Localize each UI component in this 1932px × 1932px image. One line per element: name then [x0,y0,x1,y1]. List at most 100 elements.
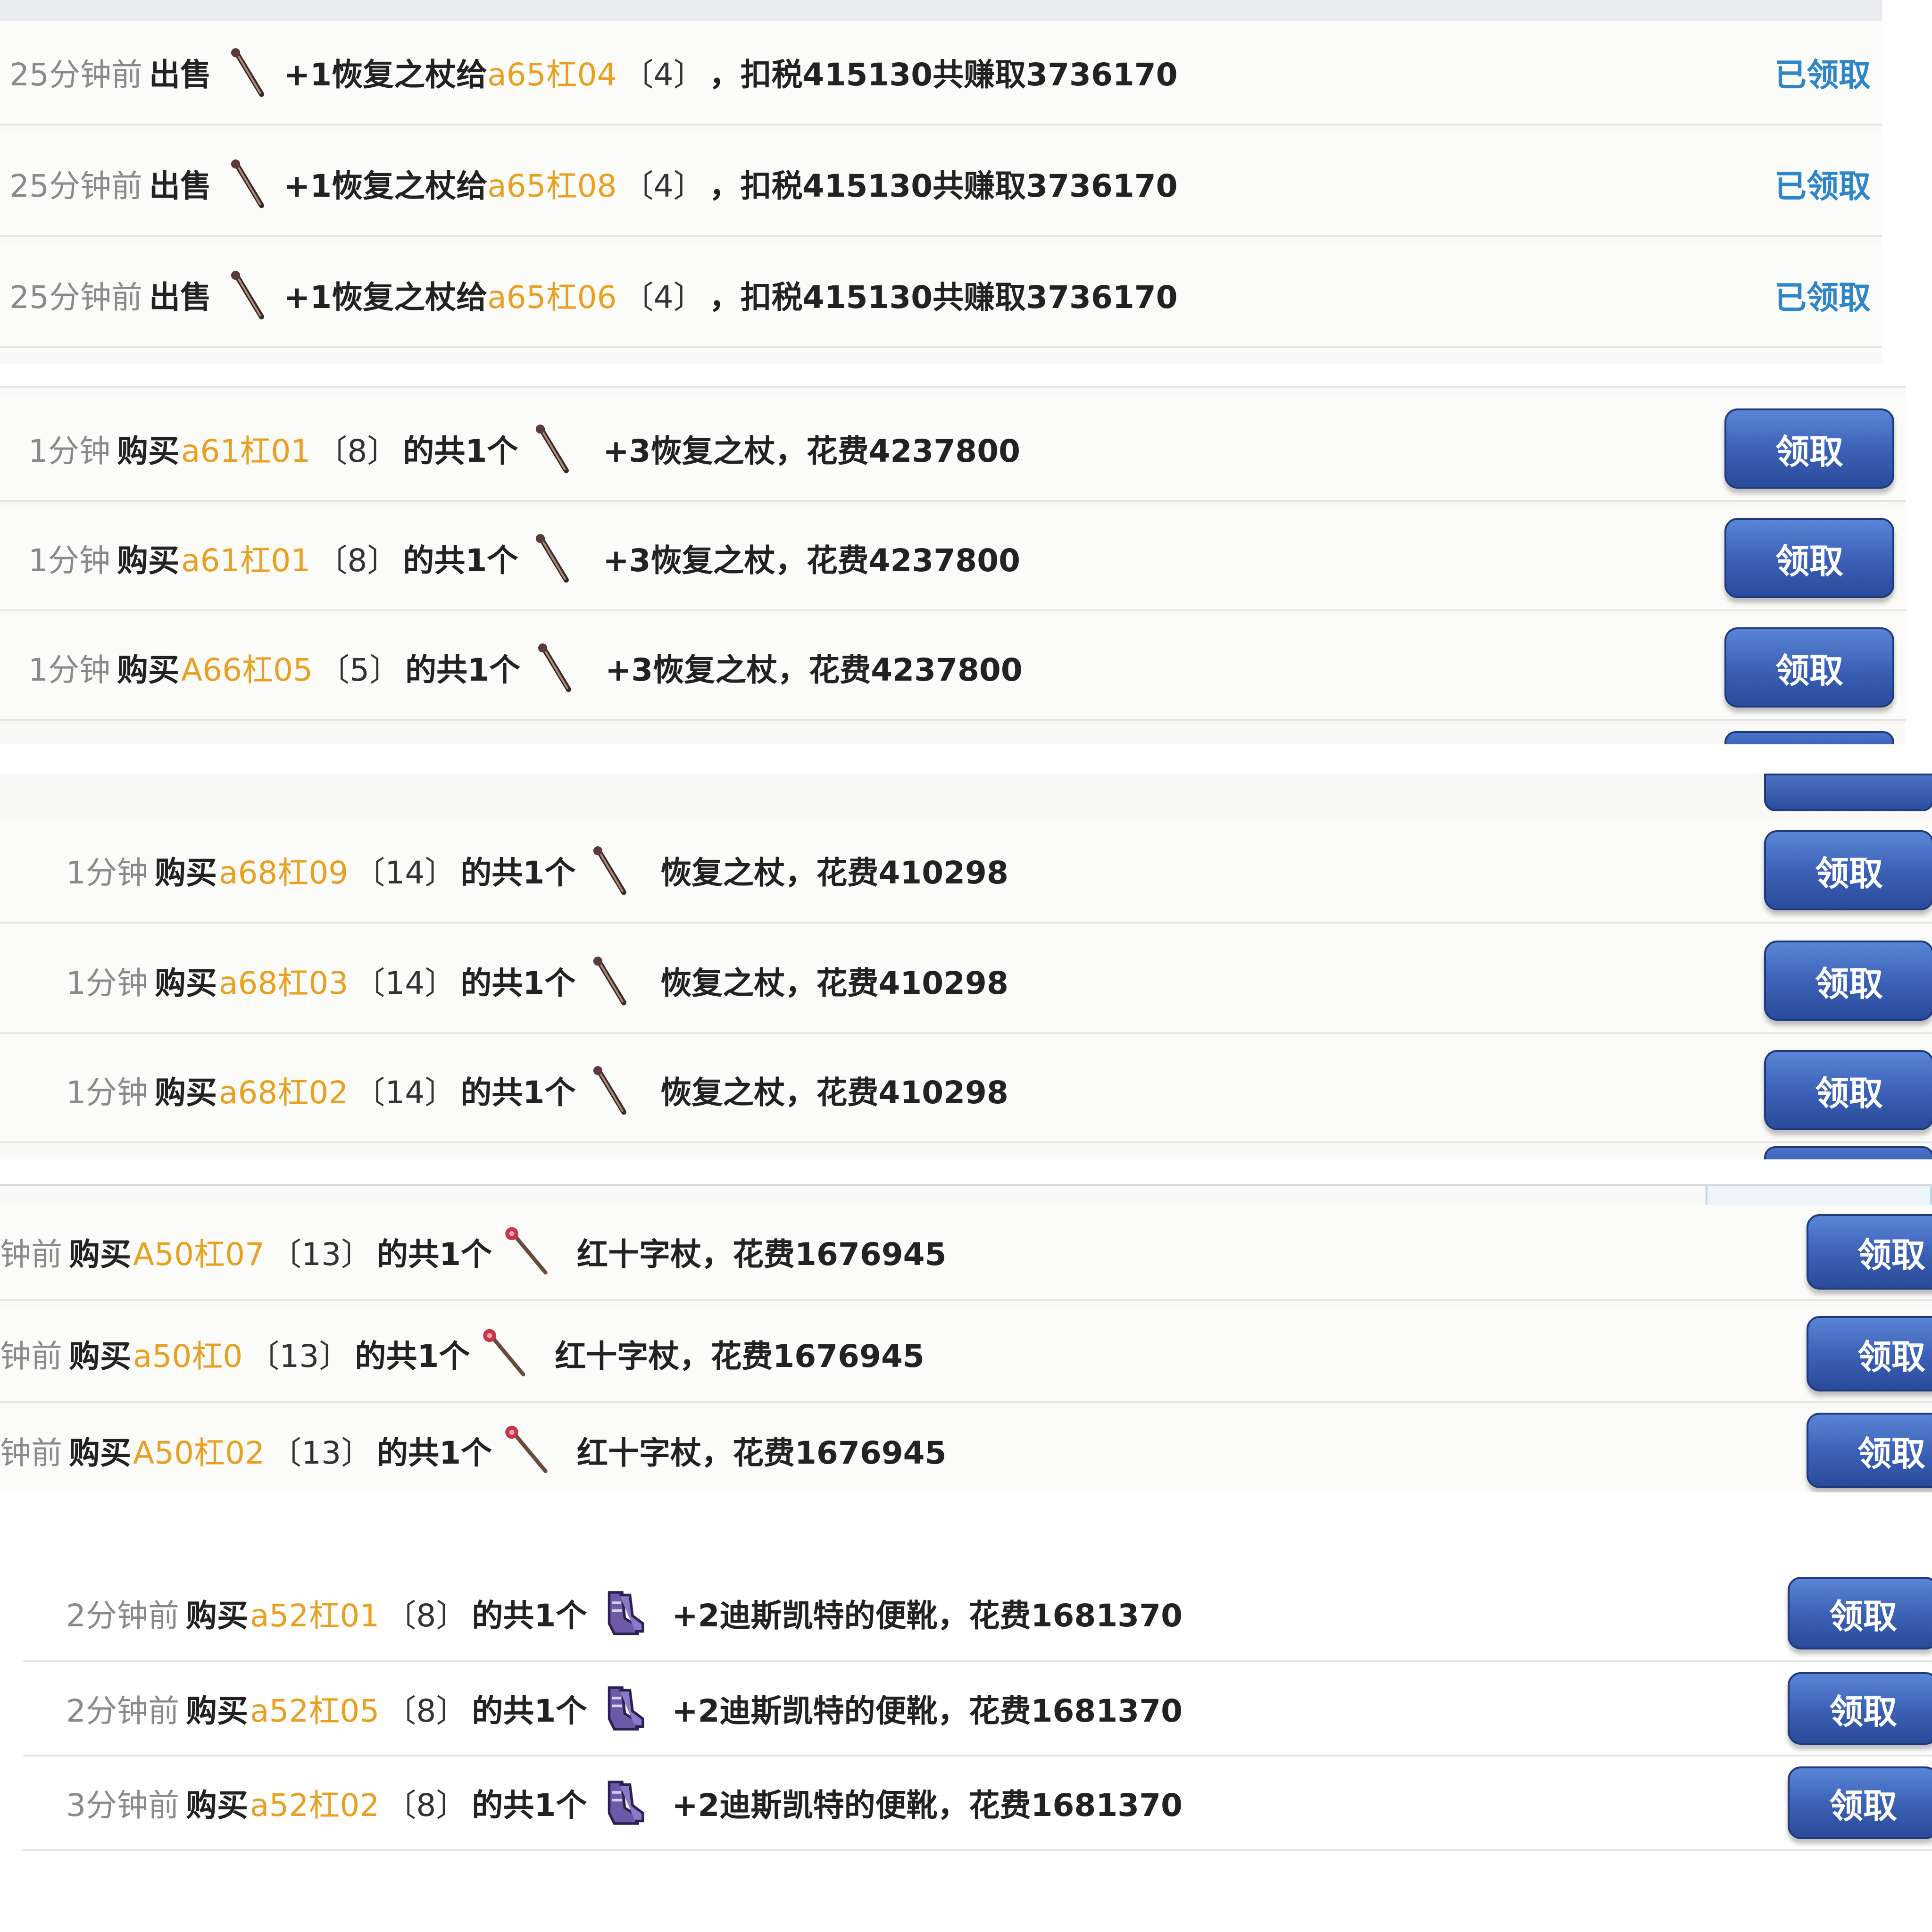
row-mid: 的共1个 [377,1435,492,1471]
row-count: 〔13〕 [248,1338,350,1374]
item-detail: 恢复之杖，花费410298 [660,965,1008,1001]
item-detail: +2迪斯凯特的便靴，花费1681370 [672,1693,1183,1729]
player-name: a68杠09 [219,855,349,891]
boots-icon [596,1585,648,1641]
row-count: 〔13〕 [270,1435,373,1471]
row-action: 出售 [149,279,211,316]
sale-row: 25分钟前 出售 +1恢复之杖给 a65杠04 〔4〕 ，扣税415130共赚取… [0,21,1882,125]
purchase-panel: 1分钟 购买 a61杠01 〔8〕 的共1个 +3恢复之杖，花费4237800 … [0,386,1906,744]
staff-icon [223,44,275,100]
purchase-row: 2分钟前 购买 a52杠01 〔8〕 的共1个 +2迪斯凯特的便靴，花费1681… [23,1566,1932,1662]
item-detail: +2迪斯凯特的便靴，花费1681370 [672,1787,1183,1824]
claim-button[interactable]: 领取 [1764,830,1932,910]
item-detail: +3恢复之杖，花费4237800 [605,652,1023,688]
item-detail: 恢复之杖，花费410298 [660,1074,1008,1111]
row-mid: 的共1个 [460,965,576,1001]
row-mid: 的共1个 [460,855,576,891]
player-name: a65杠04 [487,57,617,93]
row-mid: 的共1个 [472,1598,587,1634]
row-time: 3分钟前 [66,1787,179,1824]
row-time: 1分钟 [28,433,110,469]
purchase-row: 1分钟 购买 a68杠03 〔14〕 的共1个 恢复之杖，花费410298 领取 [0,929,1932,1034]
claim-button-partial [1764,1146,1932,1159]
row-detail: ，扣税415130共赚取3736170 [709,168,1178,204]
claim-button[interactable]: 领取 [1807,1316,1932,1391]
row-count: 〔8〕 [385,1598,467,1634]
staff-icon [585,952,637,1009]
claim-button-partial [1764,774,1932,811]
purchase-panel: 2分钟前 购买 a52杠01 〔8〕 的共1个 +2迪斯凯特的便靴，花费1681… [0,1566,1932,1858]
row-time: 25分钟前 [9,168,142,204]
item-detail: 红十字杖，花费1676945 [577,1236,947,1273]
panel-top-shade [0,0,1882,21]
staff-icon [223,266,275,323]
row-mid: 的共1个 [405,652,521,688]
row-mid: 的共1个 [460,1074,576,1111]
row-action: 购买 [117,433,179,469]
row-detail-pre: +1恢复之杖给 [283,168,488,204]
row-count: 〔8〕 [385,1787,467,1824]
claim-button[interactable]: 领取 [1764,941,1932,1021]
player-name: a68杠02 [219,1074,349,1111]
row-count: 〔14〕 [354,855,456,891]
claim-button[interactable]: 领取 [1788,1672,1932,1745]
purchase-row: 钟前 购买 a50杠0 〔13〕 的共1个 红十字杖，花费1676945 领取 [0,1307,1932,1403]
claim-button[interactable]: 领取 [1788,1577,1932,1649]
row-count: 〔4〕 [622,279,705,316]
sale-row: 25分钟前 出售 +1恢复之杖给 a65杠06 〔4〕 ，扣税415130共赚取… [0,243,1882,348]
row-mid: 的共1个 [377,1236,492,1273]
purchase-row: 钟前 购买 A50杠02 〔13〕 的共1个 红十字杖，花费1676945 领取 [0,1408,1932,1492]
player-name: a61杠01 [181,542,311,579]
row-count: 〔4〕 [622,168,705,204]
staff-icon [223,155,275,212]
purchase-row: 1分钟 购买 a68杠09 〔14〕 的共1个 恢复之杖，花费410298 领取 [0,819,1932,924]
red-cross-staff-icon [501,1422,553,1479]
claim-button[interactable]: 领取 [1807,1214,1932,1290]
row-action: 购买 [186,1787,248,1824]
row-time: 钟前 [0,1435,62,1471]
purchase-row: 3分钟前 购买 a52杠02 〔8〕 的共1个 +2迪斯凯特的便靴，花费1681… [23,1757,1932,1851]
row-action: 购买 [117,652,179,688]
player-name: a65杠06 [487,279,617,316]
row-action: 购买 [69,1236,131,1273]
player-name: A66杠05 [181,652,313,688]
row-detail: ，扣税415130共赚取3736170 [709,279,1178,316]
row-time: 1分钟 [66,965,148,1001]
row-count: 〔4〕 [622,57,705,93]
claim-button[interactable]: 领取 [1724,518,1894,598]
purchase-row: 1分钟 购买 a61杠01 〔8〕 的共1个 +3恢复之杖，花费4237800 … [0,397,1906,502]
staff-icon [527,420,579,477]
purchase-row: 1分钟 购买 a61杠01 〔8〕 的共1个 +3恢复之杖，花费4237800 … [0,507,1906,611]
claim-button[interactable]: 领取 [1788,1766,1932,1839]
row-count: 〔14〕 [354,965,456,1001]
row-action: 购买 [69,1338,131,1374]
claim-button[interactable]: 领取 [1724,627,1894,708]
staff-icon [530,639,582,696]
claim-button[interactable]: 领取 [1724,408,1894,489]
row-time: 1分钟 [28,652,110,688]
player-name: a52杠01 [250,1598,380,1634]
staff-icon [527,530,579,586]
boots-icon [596,1774,648,1831]
player-name: a52杠05 [250,1693,380,1729]
row-time: 1分钟 [66,1074,148,1111]
claim-button[interactable]: 领取 [1764,1050,1932,1130]
row-time: 1分钟 [66,855,148,891]
row-mid: 的共1个 [403,542,518,579]
row-mid: 的共1个 [472,1787,587,1824]
red-cross-staff-icon [479,1325,531,1382]
row-action: 购买 [117,542,179,579]
row-count: 〔8〕 [385,1693,467,1729]
boots-icon [596,1680,648,1737]
claimed-status: 已领取 [1774,57,1871,94]
row-time: 钟前 [0,1236,62,1273]
red-cross-staff-icon [501,1224,553,1280]
claim-button[interactable]: 领取 [1807,1413,1932,1488]
row-mid: 的共1个 [403,433,518,469]
purchase-panel: 钟前 购买 A50杠07 〔13〕 的共1个 红十字杖，花费1676945 领取… [0,1184,1932,1492]
row-count: 〔14〕 [354,1074,456,1111]
row-detail: ，扣税415130共赚取3736170 [709,57,1178,93]
row-time: 钟前 [0,1338,62,1374]
player-name: A50杠02 [133,1435,265,1471]
row-action: 购买 [155,855,217,891]
